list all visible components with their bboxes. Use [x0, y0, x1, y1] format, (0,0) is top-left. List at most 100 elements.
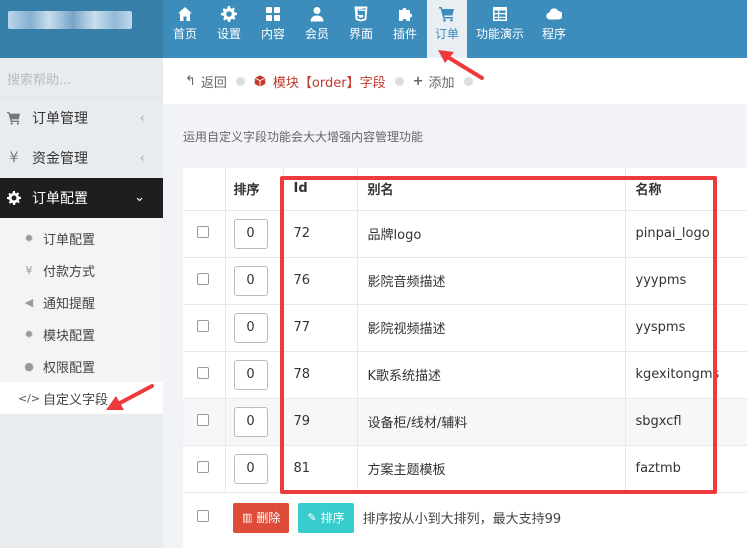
nav-members[interactable]: 会员 [295, 0, 339, 58]
yen-icon: ¥ [9, 150, 19, 166]
edit-icon: ✎ [307, 511, 317, 524]
plus-icon: + [412, 73, 424, 89]
order-input[interactable]: 0 [233, 218, 268, 249]
nav-label: 会员 [304, 27, 329, 41]
sub-item-label: 订单配置 [43, 232, 96, 248]
sub-item-label: 模块配置 [43, 328, 96, 344]
nav-interface[interactable]: 界面 [339, 0, 383, 58]
sub-item-label: 付款方式 [43, 264, 96, 280]
nav-label: 首页 [172, 27, 197, 41]
row-check-cell [183, 351, 226, 399]
row-order-cell: 0 [225, 304, 284, 352]
chevron-down-icon: ⌄ [134, 190, 145, 205]
row-order-cell: 0 [225, 210, 284, 258]
sidebar-menu-order-config[interactable]: 订单配置 ⌄ [0, 178, 163, 218]
trash-icon: ▥ [242, 511, 253, 524]
user-icon [310, 7, 324, 22]
back-label: 返回 [200, 75, 227, 91]
select-all-checkbox[interactable] [197, 509, 209, 522]
cart-icon [7, 111, 21, 125]
nav-settings[interactable]: 设置 [207, 0, 251, 58]
breadcrumb-separator [394, 76, 404, 86]
nav-label: 界面 [348, 27, 373, 41]
row-checkbox[interactable] [197, 272, 209, 285]
nav-label: 程序 [541, 27, 566, 41]
yen-icon: ¥ [25, 263, 33, 277]
sort-button[interactable]: ✎ 排序 [298, 502, 354, 533]
gear-icon [221, 6, 237, 22]
row-order-cell: 0 [225, 445, 284, 493]
cube-icon [254, 75, 266, 87]
reply-icon: ↰ [185, 73, 196, 89]
nav-plugins[interactable]: 插件 [383, 0, 427, 58]
nav-home[interactable]: 首页 [163, 0, 207, 58]
cart-icon [439, 7, 454, 22]
row-checkbox[interactable] [197, 460, 209, 473]
delete-label: 删除 [256, 511, 281, 525]
gear-icon: ✹ [24, 327, 34, 341]
row-order-cell: 0 [225, 351, 284, 399]
footer-check-cell [183, 509, 225, 526]
row-check-cell [183, 398, 226, 446]
sidebar: 搜索帮助... 订单管理 ‹ ¥ 资金管理 ‹ 订单配置 ⌄ ✹ 订单配置 ¥ … [0, 58, 163, 548]
sort-label: 排序 [320, 511, 345, 525]
sidebar-item-notifications[interactable]: ◀ 通知提醒 [0, 286, 163, 318]
row-checkbox[interactable] [197, 225, 209, 238]
sub-item-label: 通知提醒 [43, 296, 96, 312]
nav-label: 内容 [260, 27, 285, 41]
red-arrow-annotation-custom-fields [106, 384, 154, 410]
search-input[interactable]: 搜索帮助... [0, 58, 163, 98]
nav-content[interactable]: 内容 [251, 0, 295, 58]
menu-label: 订单管理 [32, 111, 88, 127]
header-check [183, 168, 226, 211]
code-icon: </> [17, 391, 41, 405]
top-navbar: 首页 设置 内容 会员 界面 插件 订单 功能演示 程序 [0, 0, 747, 58]
sub-item-label: 自定义字段 [43, 392, 109, 408]
nav-label: 插件 [392, 27, 417, 41]
nav-program[interactable]: 程序 [533, 0, 575, 58]
nav-label: 设置 [216, 27, 241, 41]
sidebar-menu-order-management[interactable]: 订单管理 ‹ [0, 98, 163, 138]
order-input[interactable]: 0 [233, 312, 268, 343]
html5-icon [354, 6, 368, 22]
sidebar-menu-fund-management[interactable]: ¥ 资金管理 ‹ [0, 138, 163, 178]
table-footer: ▥ 删除 ✎ 排序 排序按从小到大排列，最大支持99 [183, 493, 747, 543]
order-input[interactable]: 0 [233, 265, 268, 296]
sort-hint: 排序按从小到大排列，最大支持99 [362, 512, 562, 527]
menu-label: 资金管理 [32, 151, 88, 167]
gear-icon: ✹ [24, 231, 34, 245]
nav-label: 功能演示 [475, 27, 524, 41]
row-checkbox[interactable] [197, 319, 209, 332]
breadcrumb-separator [235, 76, 245, 86]
row-check-cell [183, 210, 226, 258]
order-input[interactable]: 0 [233, 406, 268, 437]
logo[interactable] [0, 0, 163, 58]
footer-actions: ▥ 删除 ✎ 排序 排序按从小到大排列，最大支持99 [225, 502, 562, 533]
order-input[interactable]: 0 [233, 453, 268, 484]
row-order-cell: 0 [225, 257, 284, 305]
sidebar-item-payment-methods[interactable]: ¥ 付款方式 [0, 254, 163, 286]
header-order: 排序 [225, 168, 284, 211]
sub-item-label: 权限配置 [43, 360, 96, 376]
bullhorn-icon: ◀ [24, 295, 34, 309]
sidebar-item-order-config[interactable]: ✹ 订单配置 [0, 222, 163, 254]
breadcrumb-current: 模块【order】字段 [254, 72, 386, 91]
red-highlight-box [280, 176, 717, 494]
sidebar-item-permission-config[interactable]: ● 权限配置 [0, 350, 163, 382]
chevron-left-icon: ‹ [139, 151, 145, 166]
row-checkbox[interactable] [197, 366, 209, 379]
back-link[interactable]: ↰ 返回 [185, 72, 227, 91]
users-icon: ● [24, 359, 34, 373]
top-nav: 首页 设置 内容 会员 界面 插件 订单 功能演示 程序 [163, 0, 575, 58]
current-label: 模块【order】字段 [272, 75, 386, 91]
order-input[interactable]: 0 [233, 359, 268, 390]
blurred-logo-text [8, 11, 132, 29]
row-check-cell [183, 304, 226, 352]
delete-button[interactable]: ▥ 删除 [233, 502, 290, 533]
sidebar-item-module-config[interactable]: ✹ 模块配置 [0, 318, 163, 350]
red-arrow-annotation-orders [438, 50, 484, 80]
cloud-icon [546, 8, 562, 20]
nav-label: 订单 [434, 27, 459, 41]
row-check-cell [183, 257, 226, 305]
row-checkbox[interactable] [197, 413, 209, 426]
